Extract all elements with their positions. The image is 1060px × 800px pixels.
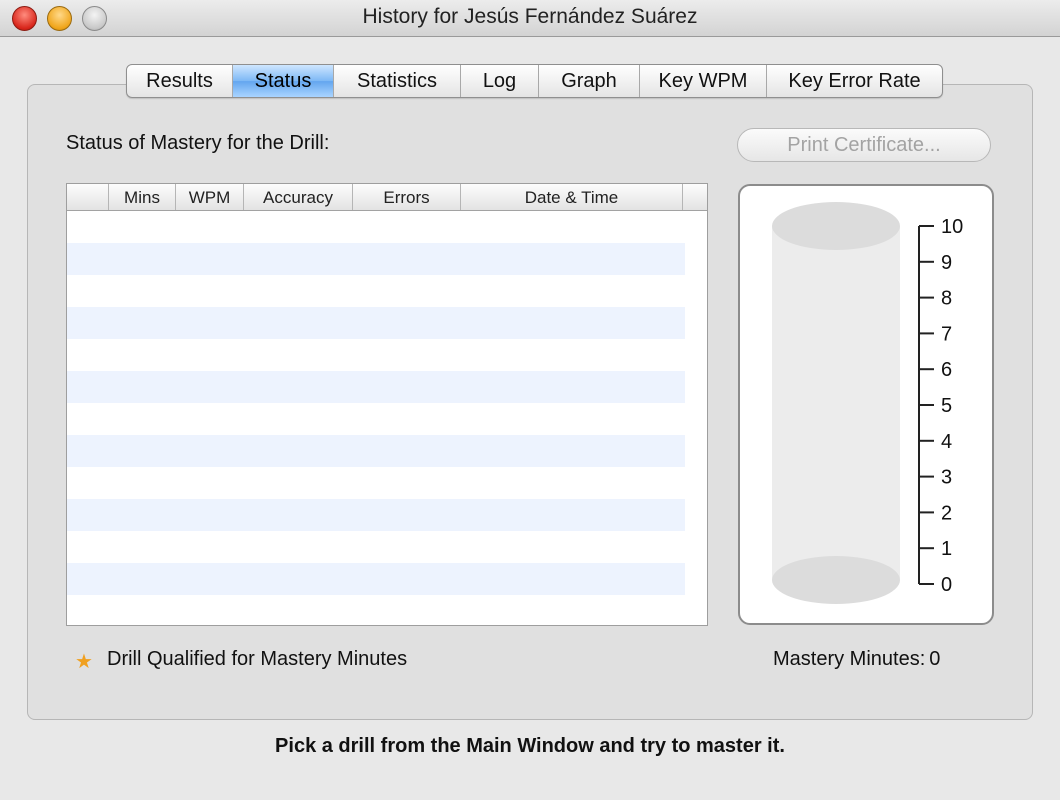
mastery-minutes-value: 0 [929,648,941,670]
table-row[interactable] [67,243,685,275]
mastery-table[interactable]: Mins WPM Accuracy Errors Date & Time [66,183,708,626]
table-row[interactable] [67,371,685,403]
tab-graph[interactable]: Graph [539,65,640,97]
table-body [67,211,707,625]
table-row[interactable] [67,595,685,625]
column-header-date-time[interactable]: Date & Time [461,184,683,210]
column-header-accuracy[interactable]: Accuracy [244,184,353,210]
column-header-blank[interactable] [67,184,109,210]
table-row[interactable] [67,563,685,595]
tab-bar: Results Status Statistics Log Graph Key … [126,64,943,98]
column-header-mins[interactable]: Mins [109,184,176,210]
mastery-gauge: 10 9 8 7 6 5 4 3 2 1 0 [738,184,994,625]
table-row[interactable] [67,307,685,339]
gauge-tick-label: 7 [941,323,952,345]
tab-log[interactable]: Log [461,65,539,97]
tab-results[interactable]: Results [127,65,233,97]
gauge-tick-label: 2 [941,502,952,524]
gauge-tick-label: 6 [941,359,952,381]
qualified-label: Drill Qualified for Mastery Minutes [107,648,408,670]
gauge-tick-label: 1 [941,538,952,560]
gauge-tick-label: 5 [941,395,952,417]
table-row[interactable] [67,211,685,243]
tab-key-wpm[interactable]: Key WPM [640,65,767,97]
title-bar: History for Jesús Fernández Suárez [0,0,1060,37]
tab-status[interactable]: Status [233,65,334,97]
column-header-wpm[interactable]: WPM [176,184,244,210]
gauge-tick-label: 0 [941,574,952,596]
table-header: Mins WPM Accuracy Errors Date & Time [67,184,707,211]
table-row[interactable] [67,531,685,563]
tab-key-error-rate[interactable]: Key Error Rate [767,65,942,97]
gauge-tick-label: 3 [941,467,952,489]
gauge-graphic: 109876543210 [772,202,963,604]
print-certificate-button[interactable]: Print Certificate... [737,128,991,162]
table-row[interactable] [67,435,685,467]
status-section-label: Status of Mastery for the Drill: [66,132,330,154]
table-row[interactable] [67,499,685,531]
mastery-minutes: Mastery Minutes: 0 [773,648,940,671]
tab-statistics[interactable]: Statistics [334,65,461,97]
gauge-tick-label: 10 [941,216,963,238]
mastery-minutes-label: Mastery Minutes: [773,648,926,670]
table-row[interactable] [67,467,685,499]
footer-message: Pick a drill from the Main Window and tr… [275,735,785,757]
window-title: History for Jesús Fernández Suárez [362,5,698,28]
column-header-errors[interactable]: Errors [353,184,461,210]
table-row[interactable] [67,403,685,435]
gauge-tick-label: 8 [941,288,952,310]
gauge-tick-label: 4 [941,431,952,453]
star-icon: ★ [75,651,93,673]
table-row[interactable] [67,275,685,307]
column-header-end [683,184,707,210]
table-row[interactable] [67,339,685,371]
gauge-tick-label: 9 [941,252,952,274]
